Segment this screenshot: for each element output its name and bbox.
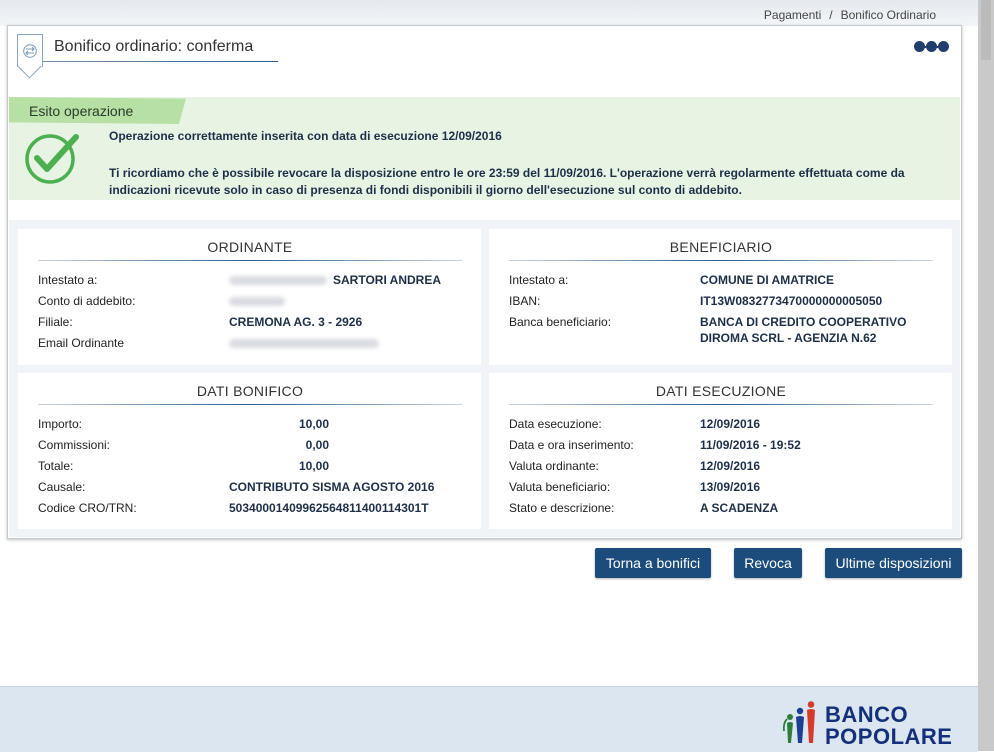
esecuzione-label: Valuta ordinante:	[509, 459, 599, 473]
card-dati-bonifico: DATI BONIFICO Importo: 10,00 Commissioni…	[18, 373, 481, 529]
brand-line-2: POPOLARE	[825, 724, 953, 749]
beneficiario-label: Banca beneficiario:	[509, 315, 612, 329]
scrollbar[interactable]	[978, 0, 994, 751]
valuta-beneficiario-value: 13/09/2016	[700, 480, 761, 494]
confirmation-panel: Bonifico ordinario: conferma Esito opera…	[7, 25, 962, 539]
card-ordinante-title: ORDINANTE	[207, 239, 293, 255]
page-title: Bonifico ordinario: conferma	[54, 38, 254, 55]
brand-line-1: BANCO	[825, 702, 909, 727]
amount-value: 10,00	[298, 417, 329, 431]
total-value: 10,00	[298, 459, 329, 473]
title-underline	[42, 61, 278, 62]
result-message: Operazione correttamente inserita con da…	[109, 129, 502, 143]
scrollbar-thumb[interactable]	[981, 0, 991, 60]
beneficiario-bank: BANCA DI CREDITO COOPERATIVO	[700, 315, 907, 329]
latest-orders-button[interactable]: Ultime disposizioni	[825, 548, 962, 578]
ordinante-label: Email Ordinante	[38, 336, 125, 350]
ordinante-name: SARTORI ANDREA	[229, 273, 441, 287]
redacted-text	[229, 276, 327, 286]
details-area: ORDINANTE Intestato a: SARTORI ANDREA Co…	[9, 220, 960, 537]
redacted-text	[229, 339, 379, 349]
redacted-text	[229, 297, 285, 307]
status-value: A SCADENZA	[700, 501, 779, 515]
top-bar: Pagamenti / Bonifico Ordinario	[0, 0, 978, 26]
bonifico-label: Causale:	[38, 480, 86, 494]
ordinante-label: Conto di addebito:	[38, 294, 136, 308]
footer: BANCO POPOLARE	[0, 686, 978, 752]
causale-value: CONTRIBUTO SISMA AGOSTO 2016	[229, 480, 435, 494]
ordinante-name-value: SARTORI ANDREA	[333, 273, 442, 287]
ordinante-email	[229, 336, 385, 350]
cro-trn-value: 50340001409962564811400114301T	[229, 501, 429, 515]
esecuzione-label: Data e ora inserimento:	[509, 438, 634, 452]
breadcrumb-current: Bonifico Ordinario	[840, 8, 936, 22]
transfer-arrows-icon	[23, 44, 37, 58]
result-box: Esito operazione Operazione correttament…	[9, 97, 960, 200]
insertion-datetime-value: 11/09/2016 - 19:52	[700, 438, 801, 452]
card-rule	[38, 260, 462, 261]
esecuzione-label: Data esecuzione:	[509, 417, 602, 431]
banco-popolare-logo-icon: BANCO POPOLARE	[781, 701, 952, 750]
valuta-ordinante-value: 12/09/2016	[700, 459, 761, 473]
revoke-reminder: Ti ricordiamo che è possibile revocare l…	[109, 166, 905, 197]
card-rule	[509, 404, 933, 405]
title-badge	[17, 34, 43, 67]
card-ordinante: ORDINANTE Intestato a: SARTORI ANDREA Co…	[18, 229, 481, 365]
beneficiario-label: Intestato a:	[509, 273, 569, 287]
card-beneficiario-title: BENEFICIARIO	[669, 239, 773, 255]
card-dati-esecuzione: DATI ESECUZIONE Data esecuzione: 12/09/2…	[489, 373, 952, 529]
breadcrumb-separator: /	[829, 8, 833, 22]
brand-name: BANCO POPOLARE	[825, 704, 952, 748]
bonifico-label: Commissioni:	[38, 438, 111, 452]
ordinante-branch: CREMONA AG. 3 - 2926	[229, 315, 363, 329]
card-dati-bonifico-title: DATI BONIFICO	[196, 383, 304, 399]
beneficiario-label: IBAN:	[509, 294, 541, 308]
bonifico-label: Importo:	[38, 417, 83, 431]
bonifico-label: Totale:	[38, 459, 74, 473]
revoke-button[interactable]: Revoca	[734, 548, 802, 578]
bonifico-label: Codice CRO/TRN:	[38, 501, 137, 515]
three-dots-icon[interactable]	[913, 41, 949, 55]
esecuzione-label: Stato e descrizione:	[509, 501, 615, 515]
result-title: Esito operazione	[29, 103, 134, 119]
breadcrumb-pagamenti[interactable]: Pagamenti	[764, 8, 821, 22]
breadcrumb: Pagamenti / Bonifico Ordinario	[764, 8, 936, 22]
card-beneficiario: BENEFICIARIO Intestato a: COMUNE DI AMAT…	[489, 229, 952, 365]
card-rule	[38, 404, 462, 405]
beneficiario-bank-line2: DIROMA SCRL - AGENZIA N.62	[700, 331, 877, 345]
esecuzione-label: Valuta beneficiario:	[509, 480, 611, 494]
execution-date-value: 12/09/2016	[700, 417, 761, 431]
ordinante-account	[229, 294, 291, 308]
card-rule	[509, 260, 933, 261]
checkmark-icon	[25, 134, 79, 184]
logo-figures-icon	[782, 701, 815, 743]
fees-value: 0,00	[305, 438, 329, 452]
back-to-transfers-button[interactable]: Torna a bonifici	[595, 548, 711, 578]
ordinante-label: Filiale:	[38, 315, 73, 329]
beneficiario-name: COMUNE DI AMATRICE	[700, 273, 834, 287]
ordinante-label: Intestato a:	[38, 273, 98, 287]
beneficiario-iban: IT13W0832773470000000005050	[700, 294, 883, 308]
card-dati-esecuzione-title: DATI ESECUZIONE	[655, 383, 787, 399]
